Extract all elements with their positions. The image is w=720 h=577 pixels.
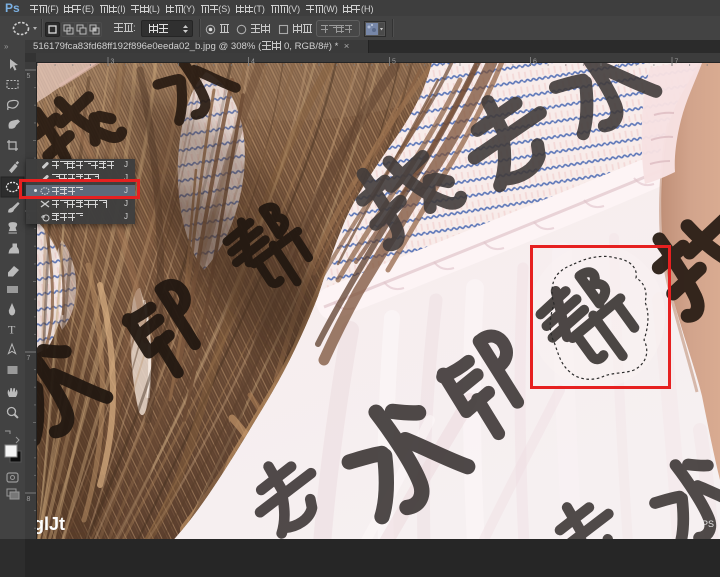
svg-text:7: 7 xyxy=(675,59,679,66)
svg-text:6: 6 xyxy=(533,59,537,66)
svg-text:4: 4 xyxy=(251,59,255,66)
svg-text:3: 3 xyxy=(111,59,115,66)
svg-text:8: 8 xyxy=(27,496,31,503)
svg-text:PS: PS xyxy=(702,519,714,529)
svg-text:IglJt: IglJt xyxy=(36,514,65,534)
svg-text:5: 5 xyxy=(27,73,31,80)
svg-text:T: T xyxy=(8,323,16,337)
svg-text:7: 7 xyxy=(27,355,31,362)
svg-text:5: 5 xyxy=(392,59,396,66)
